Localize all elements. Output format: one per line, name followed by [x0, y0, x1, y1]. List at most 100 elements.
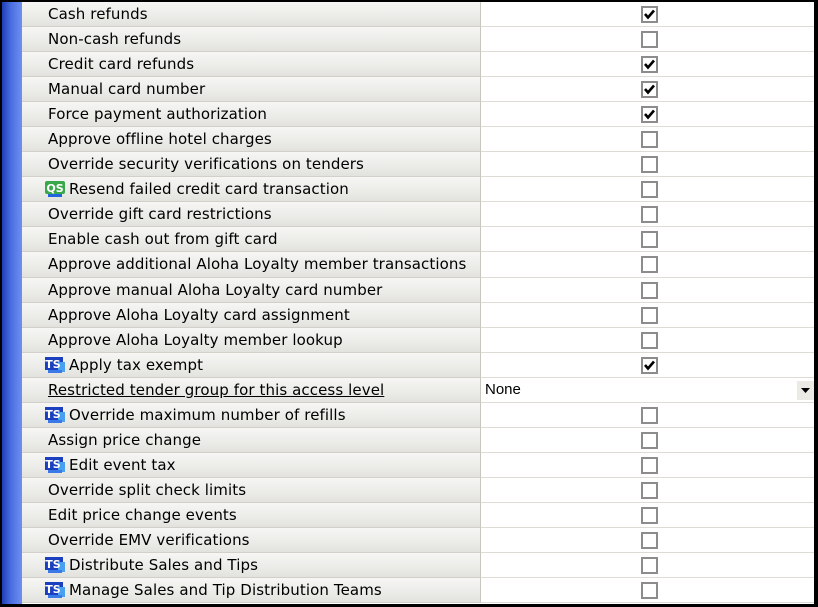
permission-row: TS Distribute Sales and Tips	[22, 553, 814, 579]
permission-value-cell	[481, 427, 814, 453]
permission-value-cell	[481, 327, 814, 353]
permission-row: Enable cash out from gift card	[22, 227, 814, 253]
ts-badge-icon: TS	[44, 356, 66, 374]
permission-value-cell	[481, 102, 814, 128]
permission-value-cell	[481, 127, 814, 153]
permission-label-cell: Approve offline hotel charges	[22, 127, 481, 153]
permission-label-cell: Override EMV verifications	[22, 527, 481, 554]
permission-checkbox[interactable]	[641, 582, 658, 600]
permission-checkbox[interactable]	[641, 31, 658, 49]
property-grid: Cash refunds Non-cash refunds Credit card …	[22, 2, 814, 604]
permission-label: Approve offline hotel charges	[48, 130, 272, 149]
permission-checkbox[interactable]	[641, 456, 658, 474]
permission-row: QS Resend failed credit card transaction	[22, 177, 814, 203]
tender-group-dropdown[interactable]: None	[481, 378, 814, 402]
svg-text:TS: TS	[45, 408, 61, 421]
permission-row: TS Manage Sales and Tip Distribution Team…	[22, 578, 814, 604]
permission-label: Distribute Sales and Tips	[69, 556, 259, 575]
permission-row: Approve offline hotel charges	[22, 127, 814, 153]
permission-checkbox[interactable]	[641, 431, 658, 449]
permission-row: Manual card number	[22, 77, 814, 103]
permission-checkbox[interactable]	[641, 6, 658, 23]
permission-row: Cash refunds	[22, 2, 814, 28]
permission-value-cell	[481, 252, 814, 278]
dropdown-value: None	[485, 381, 521, 399]
permission-checkbox[interactable]	[641, 481, 658, 499]
permission-value-cell	[481, 227, 814, 253]
permission-value-cell	[481, 402, 814, 428]
permission-checkbox[interactable]	[641, 106, 658, 124]
permission-row: Override gift card restrictions	[22, 202, 814, 228]
chevron-down-icon[interactable]	[797, 380, 814, 400]
ts-badge-icon: TS	[44, 556, 66, 574]
permission-label-cell: QS Resend failed credit card transaction	[22, 177, 481, 203]
permission-checkbox[interactable]	[641, 331, 658, 349]
permission-label-cell: Enable cash out from gift card	[22, 227, 481, 253]
permission-label-cell: Cash refunds	[22, 2, 481, 28]
permission-value-cell	[481, 2, 814, 28]
permission-label: Non-cash refunds	[48, 30, 182, 49]
permission-label-cell: Restricted tender group for this access …	[22, 377, 481, 403]
permission-row: Force payment authorization	[22, 102, 814, 128]
permission-checkbox[interactable]	[641, 256, 658, 274]
permission-checkbox[interactable]	[641, 231, 658, 249]
permission-label: Override gift card restrictions	[48, 205, 272, 224]
permission-checkbox[interactable]	[641, 506, 658, 524]
permission-label: Cash refunds	[48, 5, 148, 24]
permission-value-cell	[481, 177, 814, 203]
permission-label: Override security verifications on tende…	[48, 155, 364, 174]
permission-label: Credit card refunds	[48, 55, 195, 74]
permission-row: Credit card refunds	[22, 52, 814, 78]
permission-checkbox[interactable]	[641, 306, 658, 324]
permission-value-cell	[481, 578, 814, 604]
permission-row: TS Edit event tax	[22, 452, 814, 478]
permission-value-cell: None	[481, 377, 814, 403]
qs-badge-icon: QS	[44, 180, 66, 198]
permission-row: Assign price change	[22, 427, 814, 453]
permission-checkbox[interactable]	[641, 557, 658, 575]
permission-label-cell: Assign price change	[22, 427, 481, 453]
permission-row: Override split check limits	[22, 477, 814, 503]
permission-label: Apply tax exempt	[69, 355, 204, 374]
permission-row: TS Apply tax exempt	[22, 352, 814, 378]
permission-label-cell: Manual card number	[22, 77, 481, 103]
permission-checkbox[interactable]	[641, 356, 658, 374]
permission-row: Approve Aloha Loyalty member lookup	[22, 327, 814, 353]
permission-label: Override EMV verifications	[48, 531, 250, 549]
permission-checkbox[interactable]	[641, 81, 658, 99]
permission-row: Override security verifications on tende…	[22, 152, 814, 178]
permission-row: Override EMV verifications	[22, 527, 814, 554]
permission-value-cell	[481, 352, 814, 378]
permission-label-cell: Approve Aloha Loyalty card assignment	[22, 302, 481, 328]
permission-checkbox[interactable]	[641, 406, 658, 424]
permission-label: Restricted tender group for this access …	[48, 380, 385, 399]
permission-label: Manage Sales and Tip Distribution Teams	[69, 581, 382, 600]
permission-label-cell: Non-cash refunds	[22, 27, 481, 53]
permission-label-cell: Override security verifications on tende…	[22, 152, 481, 178]
permission-label-cell: Override split check limits	[22, 477, 481, 503]
permission-label: Enable cash out from gift card	[48, 230, 278, 249]
permission-label: Approve manual Aloha Loyalty card number	[48, 280, 383, 299]
permission-checkbox[interactable]	[641, 531, 658, 549]
permission-value-cell	[481, 202, 814, 228]
permission-value-cell	[481, 553, 814, 579]
permission-label-cell: TS Apply tax exempt	[22, 352, 481, 378]
permission-label-cell: Approve additional Aloha Loyalty member …	[22, 252, 481, 278]
permission-label: Assign price change	[48, 430, 202, 449]
permission-checkbox[interactable]	[641, 281, 658, 299]
permission-row: TS Override maximum number of refills	[22, 402, 814, 428]
permission-label-cell: TS Edit event tax	[22, 452, 481, 478]
permission-checkbox[interactable]	[641, 206, 658, 224]
permission-row: Restricted tender group for this access …	[22, 377, 814, 403]
permission-label: Edit price change events	[48, 505, 237, 524]
permission-checkbox[interactable]	[641, 181, 658, 199]
ts-badge-icon: TS	[44, 406, 66, 424]
permission-checkbox[interactable]	[641, 56, 658, 74]
permission-checkbox[interactable]	[641, 156, 658, 174]
permission-label: Override maximum number of refills	[69, 405, 346, 424]
permission-label-cell: TS Distribute Sales and Tips	[22, 553, 481, 579]
permission-label: Edit event tax	[69, 455, 176, 474]
permission-checkbox[interactable]	[641, 131, 658, 149]
permission-label: Manual card number	[48, 80, 206, 99]
permission-label-cell: Approve Aloha Loyalty member lookup	[22, 327, 481, 353]
